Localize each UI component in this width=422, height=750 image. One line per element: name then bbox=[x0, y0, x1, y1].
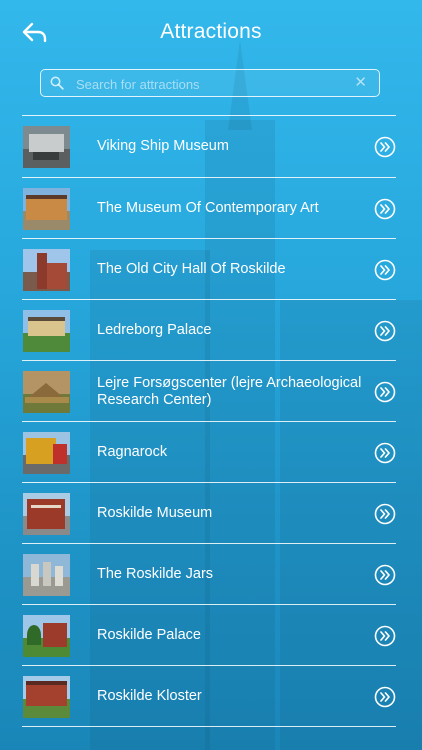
thumbnail bbox=[23, 310, 70, 352]
chevron-right-circle-icon[interactable] bbox=[374, 686, 396, 708]
search-input[interactable] bbox=[74, 73, 348, 95]
list-item-museum-contemporary-art[interactable]: The Museum Of Contemporary Art bbox=[0, 178, 422, 239]
chevron-right-circle-icon[interactable] bbox=[374, 381, 396, 403]
list-item-label: Roskilde Museum bbox=[97, 505, 213, 521]
thumbnail bbox=[23, 432, 70, 474]
search-icon bbox=[50, 76, 64, 90]
thumbnail bbox=[23, 554, 70, 596]
list-item-label: Roskilde Kloster bbox=[97, 688, 202, 704]
list-item-ledreborg-palace[interactable]: Ledreborg Palace bbox=[0, 300, 422, 361]
list-item-label: The Museum Of Contemporary Art bbox=[97, 200, 319, 216]
chevron-right-circle-icon[interactable] bbox=[374, 625, 396, 647]
chevron-right-circle-icon[interactable] bbox=[374, 442, 396, 464]
thumbnail bbox=[23, 249, 70, 291]
list-item-lejre-research-center[interactable]: Lejre Forsøgscenter (lejre Archaeologica… bbox=[0, 361, 422, 422]
chevron-right-circle-icon[interactable] bbox=[374, 259, 396, 281]
chevron-right-circle-icon[interactable] bbox=[374, 320, 396, 342]
header: Attractions bbox=[0, 0, 422, 68]
list-item-label: Lejre Forsøgscenter (lejre Archaeologica… bbox=[97, 374, 362, 408]
chevron-right-circle-icon[interactable] bbox=[374, 198, 396, 220]
list-item-label: Ragnarock bbox=[97, 444, 168, 460]
chevron-right-circle-icon[interactable] bbox=[374, 564, 396, 586]
chevron-right-circle-icon[interactable] bbox=[374, 503, 396, 525]
chevron-right-circle-icon[interactable] bbox=[374, 136, 396, 158]
thumbnail bbox=[23, 615, 70, 657]
thumbnail bbox=[23, 493, 70, 535]
list-item-viking-ship-museum[interactable]: Viking Ship Museum bbox=[0, 116, 422, 177]
list-item-label: Roskilde Palace bbox=[97, 627, 201, 643]
thumbnail bbox=[23, 188, 70, 230]
clear-search-icon[interactable]: ✕ bbox=[354, 73, 367, 93]
list-item-roskilde-museum[interactable]: Roskilde Museum bbox=[0, 483, 422, 544]
list-item-label: The Roskilde Jars bbox=[97, 566, 214, 582]
list-item-roskilde-kloster[interactable]: Roskilde Kloster bbox=[0, 666, 422, 727]
list-item-roskilde-palace[interactable]: Roskilde Palace bbox=[0, 605, 422, 666]
list-item-label: Ledreborg Palace bbox=[97, 322, 212, 338]
divider bbox=[22, 726, 396, 727]
list-item-label: The Old City Hall Of Roskilde bbox=[97, 261, 286, 277]
list-item-ragnarock[interactable]: Ragnarock bbox=[0, 422, 422, 483]
list-item-label: Viking Ship Museum bbox=[97, 138, 229, 154]
thumbnail bbox=[23, 676, 70, 718]
search-bar[interactable]: ✕ bbox=[40, 69, 380, 97]
page-title: Attractions bbox=[160, 20, 262, 43]
list-item-roskilde-jars[interactable]: The Roskilde Jars bbox=[0, 544, 422, 605]
thumbnail bbox=[23, 371, 70, 413]
thumbnail bbox=[23, 126, 70, 168]
list-item-old-city-hall[interactable]: The Old City Hall Of Roskilde bbox=[0, 239, 422, 300]
